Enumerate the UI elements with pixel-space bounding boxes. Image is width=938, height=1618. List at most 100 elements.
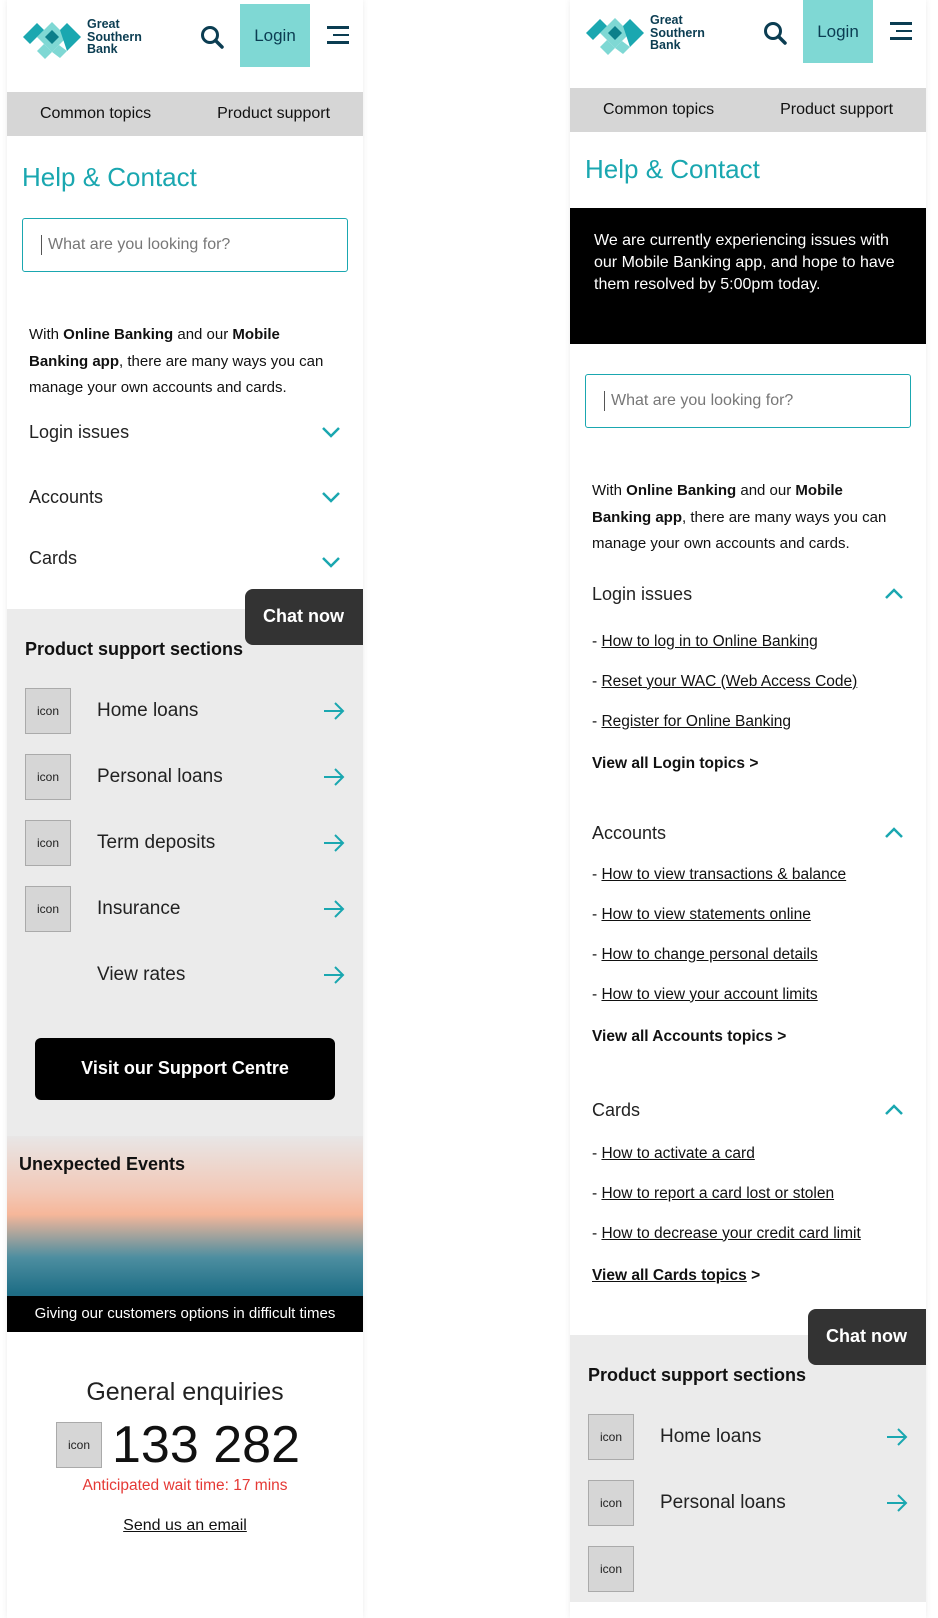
search-placeholder: What are you looking for? xyxy=(611,392,794,409)
arrow-right-icon[interactable] xyxy=(323,899,345,918)
chevron-down-icon[interactable] xyxy=(321,491,341,503)
text-caret xyxy=(41,235,42,255)
product-label: View rates xyxy=(97,963,186,985)
chevron-up-icon[interactable] xyxy=(884,1104,904,1116)
cards-link-3[interactable]: - How to decrease your credit card limit xyxy=(592,1225,904,1243)
enquiries-title: General enquiries xyxy=(86,1377,284,1406)
brand-name: Great Southern Bank xyxy=(87,18,142,56)
subnav-common-topics[interactable]: Common topics xyxy=(40,105,151,123)
product-section-title: Product support sections xyxy=(588,1364,807,1385)
arrow-right-icon[interactable] xyxy=(323,701,345,720)
product-label: Personal loans xyxy=(660,1491,786,1513)
personal-loans-icon: icon xyxy=(25,753,71,800)
text-caret xyxy=(604,391,605,411)
product-row-home-loans[interactable]: icon Home loans xyxy=(588,1404,908,1470)
general-enquiries: General enquiries icon 133 282 Anticipat… xyxy=(7,1332,363,1535)
visit-support-centre-button[interactable]: Visit our Support Centre xyxy=(35,1037,335,1100)
cards-link-1[interactable]: - How to activate a card xyxy=(592,1145,904,1163)
wait-time: Anticipated wait time: 17 mins xyxy=(82,1476,288,1494)
chat-now-button[interactable]: Chat now xyxy=(808,1308,926,1365)
accordion-title: Login issues xyxy=(592,583,693,604)
search-icon[interactable] xyxy=(199,24,225,50)
subnav-product-support[interactable]: Product support xyxy=(780,101,893,119)
accordion-login-issues[interactable]: Login issues xyxy=(7,422,363,443)
product-row-view-rates[interactable]: View rates xyxy=(25,942,345,1008)
subnav-product-support[interactable]: Product support xyxy=(217,105,330,123)
login-link-3[interactable]: - Register for Online Banking xyxy=(592,713,904,731)
product-support-section: Chat now Product support sections icon H… xyxy=(7,588,363,1136)
product-row-personal-loans[interactable]: icon Personal loans xyxy=(588,1470,908,1536)
product-row-term-deposits[interactable]: icon Term deposits xyxy=(25,810,345,876)
home-loans-icon: icon xyxy=(25,687,71,734)
search-input[interactable]: What are you looking for? xyxy=(22,218,348,272)
chevron-down-icon[interactable] xyxy=(321,556,341,568)
accounts-link-2[interactable]: - How to view statements online xyxy=(592,906,904,924)
event-caption: Giving our customers options in difficul… xyxy=(7,1295,363,1332)
term-deposits-icon: icon xyxy=(588,1545,634,1592)
product-label: Personal loans xyxy=(97,765,223,787)
login-button[interactable]: Login xyxy=(803,0,873,63)
brand-logo[interactable]: Great Southern Bank xyxy=(21,12,142,62)
event-title: Unexpected Events xyxy=(19,1153,186,1174)
accordion-title: Cards xyxy=(592,1099,641,1120)
accounts-link-3[interactable]: - How to change personal details xyxy=(592,946,904,964)
chevron-up-icon[interactable] xyxy=(884,827,904,839)
arrow-right-icon[interactable] xyxy=(323,833,345,852)
view-all-cards-topics[interactable]: View all Cards topics > xyxy=(592,1267,904,1285)
search-input[interactable]: What are you looking for? xyxy=(585,374,911,428)
page-title: Help & Contact xyxy=(585,154,760,184)
arrow-right-icon[interactable] xyxy=(886,1427,908,1446)
intro-text: With Online Banking and our Mobile Banki… xyxy=(592,482,887,552)
view-all-login-topics[interactable]: View all Login topics > xyxy=(592,755,904,773)
accordion-cards[interactable]: Cards - How to activate a card - How to … xyxy=(570,1100,926,1285)
product-support-section: Chat now Product support sections icon H… xyxy=(570,1308,926,1602)
view-all-accounts-topics[interactable]: View all Accounts topics > xyxy=(592,1028,904,1046)
diamond-logo-icon xyxy=(586,18,644,55)
search-icon[interactable] xyxy=(762,20,788,46)
send-email-link[interactable]: Send us an email xyxy=(123,1517,247,1535)
chevron-down-icon[interactable] xyxy=(321,426,341,438)
arrow-right-icon[interactable] xyxy=(323,965,345,984)
arrow-right-icon[interactable] xyxy=(886,1493,908,1512)
product-row-personal-loans[interactable]: icon Personal loans xyxy=(25,744,345,810)
accordion-accounts[interactable]: Accounts - How to view transactions & ba… xyxy=(570,823,926,1046)
unexpected-events-banner[interactable]: Unexpected Events Giving our customers o… xyxy=(7,1135,363,1332)
page-title: Help & Contact xyxy=(22,162,197,192)
brand-line-1: Great xyxy=(87,17,120,32)
accordion-title: Login issues xyxy=(29,421,130,442)
login-button[interactable]: Login xyxy=(240,4,310,67)
product-row-term-deposits[interactable]: icon xyxy=(588,1536,908,1602)
accounts-link-1[interactable]: - How to view transactions & balance xyxy=(592,866,904,884)
term-deposits-icon: icon xyxy=(25,819,71,866)
phone-number[interactable]: 133 282 xyxy=(112,1415,300,1475)
service-alert-banner: We are currently experiencing issues wit… xyxy=(570,208,926,344)
subnav-common-topics[interactable]: Common topics xyxy=(603,101,714,119)
accounts-link-4[interactable]: - How to view your account limits xyxy=(592,986,904,1004)
accordion-title: Cards xyxy=(29,547,78,568)
site-header: Great Southern Bank Login xyxy=(7,0,363,92)
mobile-screen-expanded: Great Southern Bank Login Common topics … xyxy=(570,0,926,1618)
insurance-icon: icon xyxy=(25,885,71,932)
cards-link-2[interactable]: - How to report a card lost or stolen xyxy=(592,1185,904,1203)
product-label: Home loans xyxy=(97,699,199,721)
accordion-login-issues[interactable]: Login issues - How to log in to Online B… xyxy=(570,584,926,773)
brand-line-3: Bank xyxy=(650,38,681,53)
login-link-1[interactable]: - How to log in to Online Banking xyxy=(592,633,904,651)
site-header: Great Southern Bank Login xyxy=(570,0,926,88)
accordion-title: Accounts xyxy=(29,486,104,507)
brand-name: Great Southern Bank xyxy=(650,14,705,52)
product-row-insurance[interactable]: icon Insurance xyxy=(25,876,345,942)
hamburger-menu-icon[interactable] xyxy=(890,22,912,42)
intro-text: With Online Banking and our Mobile Banki… xyxy=(29,326,324,396)
chevron-up-icon[interactable] xyxy=(884,588,904,600)
product-row-home-loans[interactable]: icon Home loans xyxy=(25,678,345,744)
arrow-right-icon[interactable] xyxy=(323,767,345,786)
login-link-2[interactable]: - Reset your WAC (Web Access Code) xyxy=(592,673,904,691)
sub-navigation: Common topics Product support xyxy=(570,88,926,132)
accordion-accounts[interactable]: Accounts xyxy=(7,487,363,508)
brand-logo[interactable]: Great Southern Bank xyxy=(584,8,705,58)
hamburger-menu-icon[interactable] xyxy=(327,26,349,46)
accordion-title: Accounts xyxy=(592,822,667,843)
accordion-cards[interactable]: Cards xyxy=(7,548,363,569)
chat-now-button[interactable]: Chat now xyxy=(245,588,363,645)
